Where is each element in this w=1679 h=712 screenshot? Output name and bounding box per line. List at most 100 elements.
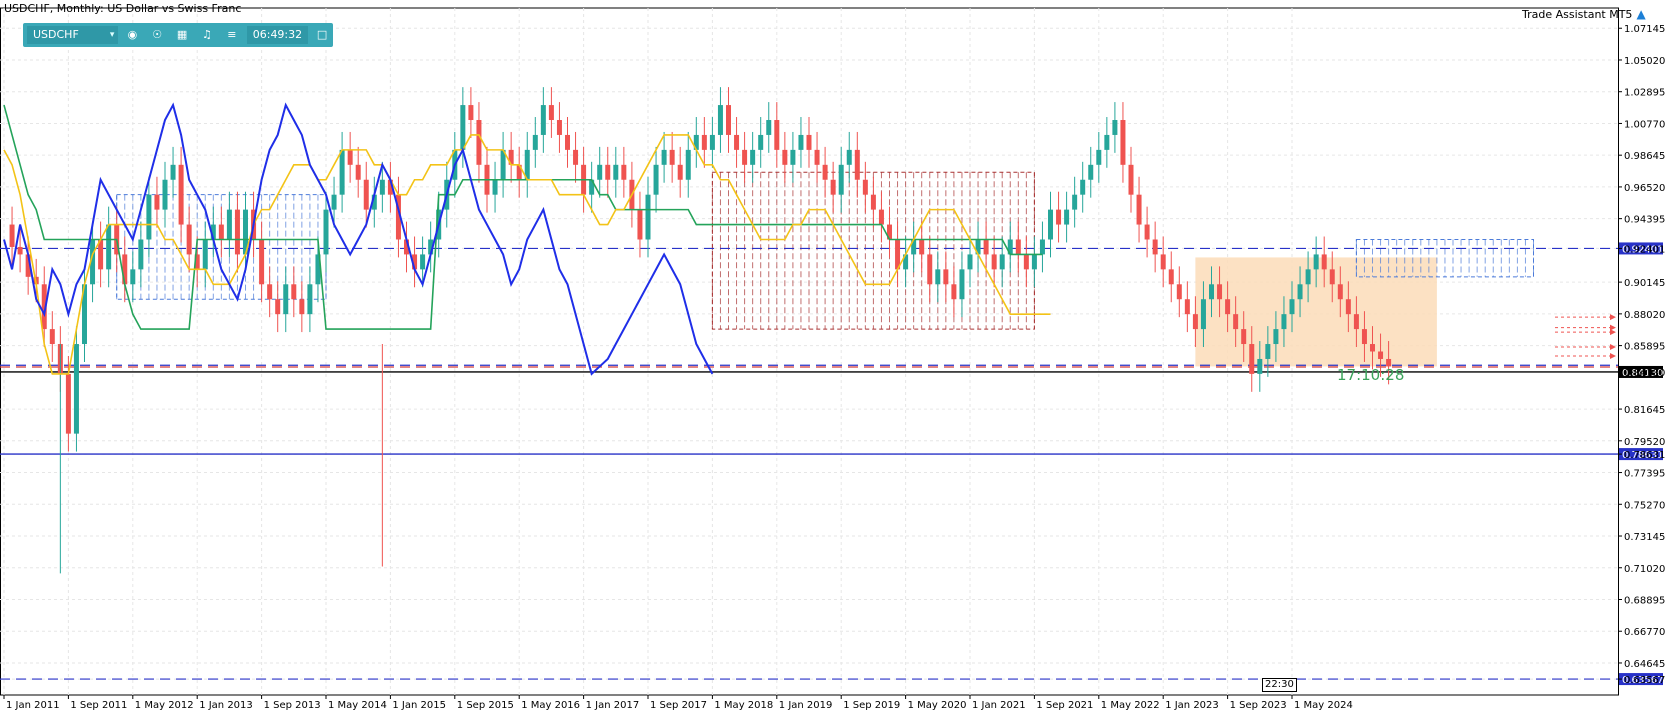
candle-body: [637, 209, 643, 240]
candle-body: [774, 120, 780, 150]
candle-body: [162, 179, 168, 210]
y-tick-label: 0.79520: [1624, 437, 1665, 448]
symbol-selector[interactable]: USDCHF ▾: [27, 26, 119, 44]
y-tick-label: 0.94395: [1624, 215, 1665, 226]
candle-body: [1305, 269, 1311, 285]
candle-body: [1096, 149, 1102, 165]
candle-body: [363, 179, 369, 210]
x-tick-label: 1 May 2012: [135, 700, 194, 711]
target-arrow: [1610, 352, 1616, 359]
candle-body: [1378, 351, 1384, 359]
window-icon[interactable]: □: [311, 26, 333, 44]
candle-body: [17, 246, 23, 255]
candle-body: [1072, 194, 1078, 210]
candle-body: [9, 224, 15, 247]
candle-body: [1361, 329, 1367, 345]
calendar-icon[interactable]: ▦: [171, 26, 193, 44]
x-tick-label: 1 Sep 2019: [843, 700, 900, 711]
candle-body: [234, 209, 240, 255]
candle-body: [653, 164, 659, 195]
y-tick-label: 0.84130: [1624, 368, 1665, 379]
candle-body: [734, 134, 740, 150]
candle-body: [540, 105, 546, 135]
candle-body: [677, 164, 683, 180]
candle-body: [138, 239, 144, 270]
candle-body: [1064, 209, 1070, 225]
menu-icon[interactable]: ≡: [221, 26, 243, 44]
candlestick-chart[interactable]: 0.92401 0.84130 0.78631 0.63567 1.07145 1.050…: [0, 0, 1679, 712]
candle-body: [307, 284, 313, 315]
candle-body: [1265, 344, 1271, 359]
candle-body: [814, 149, 820, 165]
candle-body: [597, 164, 603, 180]
candle-body: [275, 299, 281, 315]
x-tick-label: 1 Sep 2011: [70, 700, 127, 711]
y-tick-label: 0.64645: [1624, 659, 1665, 670]
candle-body: [186, 224, 192, 255]
candle-body: [1225, 299, 1231, 315]
chart-area[interactable]: 0.92401 0.84130 0.78631 0.63567 1.07145 1.050…: [0, 0, 1679, 712]
candle-body: [782, 149, 788, 165]
candle-body: [331, 194, 337, 210]
y-tick-label: 0.81645: [1624, 405, 1665, 416]
candle-body: [420, 254, 426, 270]
candle-body: [838, 164, 844, 195]
eye-icon[interactable]: ☉: [146, 26, 168, 44]
y-tick-label: 0.75270: [1624, 500, 1665, 511]
y-tick-label: 0.85895: [1624, 342, 1665, 353]
candle-body: [790, 149, 796, 165]
candle-body: [967, 254, 973, 270]
candle-body: [798, 134, 804, 150]
candle-body: [1329, 269, 1335, 285]
y-tick-label: 0.88020: [1624, 310, 1665, 321]
trade-assistant-label[interactable]: Trade Assistant MT5 ▲: [1522, 7, 1646, 21]
assistant-text: Trade Assistant MT5: [1522, 8, 1633, 21]
trade-toolbar: USDCHF ▾ ◉ ☉ ▦ ♫ ≡ 06:49:32 □: [23, 23, 333, 47]
candle-body: [951, 284, 957, 300]
candle-body: [283, 284, 289, 315]
candle-body: [854, 149, 860, 180]
candle-body: [830, 179, 836, 195]
candle-body: [130, 269, 136, 285]
candle-body: [726, 105, 731, 135]
candle-body: [1120, 120, 1126, 165]
candle-body: [1080, 179, 1086, 195]
candle-body: [1217, 284, 1223, 300]
candle-body: [146, 194, 152, 240]
candle-body: [1136, 194, 1142, 225]
candle-body: [1184, 299, 1190, 315]
bell-icon[interactable]: ♫: [196, 26, 218, 44]
target-arrow: [1610, 314, 1616, 321]
candle-body: [299, 299, 305, 315]
candle-body: [226, 209, 232, 240]
candle-body: [1345, 299, 1351, 315]
x-tick-label: 1 May 2018: [714, 700, 773, 711]
candle-body: [645, 194, 651, 240]
candle-body: [1297, 284, 1303, 300]
candle-body: [1104, 134, 1110, 150]
candle-body: [766, 120, 772, 135]
candle-body: [1128, 164, 1134, 195]
x-tick-label: 1 Sep 2021: [1036, 700, 1093, 711]
candle-body: [709, 134, 715, 150]
candle-body: [943, 269, 949, 285]
y-tick-label: 1.07145: [1624, 24, 1665, 35]
candle-body: [73, 344, 79, 434]
candle-body: [870, 194, 876, 210]
candle-body: [669, 149, 675, 165]
candle-body: [548, 105, 554, 121]
x-tick-label: 1 Jan 2021: [972, 700, 1026, 711]
candle-body: [1233, 314, 1239, 330]
x-tick-label: 1 Sep 2013: [264, 700, 321, 711]
camera-icon[interactable]: ◉: [121, 26, 143, 44]
candle-body: [1209, 284, 1214, 300]
candle-body: [806, 134, 812, 150]
candle-body: [178, 164, 184, 225]
x-tick-label: 1 Jan 2011: [6, 700, 60, 711]
x-tick-label: 1 May 2022: [1101, 700, 1160, 711]
crosshair-time-label: 22:30: [1262, 678, 1297, 692]
candle-body: [661, 149, 667, 165]
chart-title: USDCHF, Monthly: US Dollar vs Swiss Fran…: [4, 2, 242, 15]
candle-body: [621, 164, 627, 180]
x-tick-label: 1 Jan 2023: [1165, 700, 1219, 711]
